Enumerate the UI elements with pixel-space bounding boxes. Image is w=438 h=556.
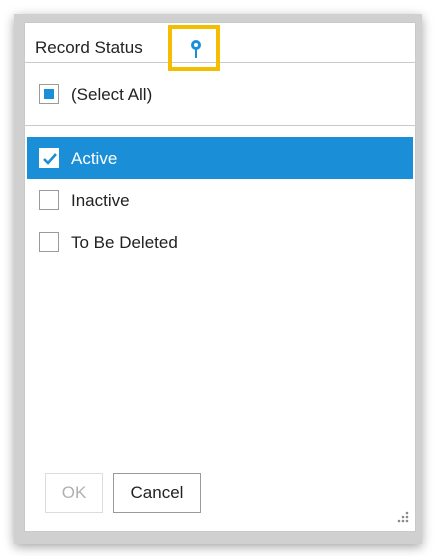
list-item-inactive[interactable]: Inactive [27, 179, 413, 221]
value-list: Active Inactive To Be Deleted [25, 137, 415, 437]
list-item-to-be-deleted[interactable]: To Be Deleted [27, 221, 413, 263]
resize-grip-icon[interactable] [393, 507, 409, 523]
screenshot-frame: Record Status (Select All) Active Inacti… [0, 0, 438, 556]
list-item-active[interactable]: Active [27, 137, 413, 179]
column-title: Record Status [35, 38, 143, 57]
pin-icon[interactable] [188, 39, 204, 59]
select-all-row[interactable]: (Select All) [25, 64, 415, 126]
list-item-label: To Be Deleted [71, 233, 178, 252]
active-checkbox[interactable] [39, 148, 59, 168]
cancel-button[interactable]: Cancel [113, 473, 201, 513]
filter-dropdown-panel: Record Status (Select All) Active Inacti… [24, 22, 416, 532]
to-be-deleted-checkbox[interactable] [39, 232, 59, 252]
list-item-label: Inactive [71, 191, 130, 210]
select-all-label: (Select All) [71, 85, 153, 104]
filter-footer: OK Cancel [25, 461, 415, 531]
inactive-checkbox[interactable] [39, 190, 59, 210]
select-all-checkbox[interactable] [39, 84, 59, 104]
filter-header: Record Status [25, 23, 415, 71]
list-item-label: Active [71, 149, 118, 168]
ok-button[interactable]: OK [45, 473, 103, 513]
